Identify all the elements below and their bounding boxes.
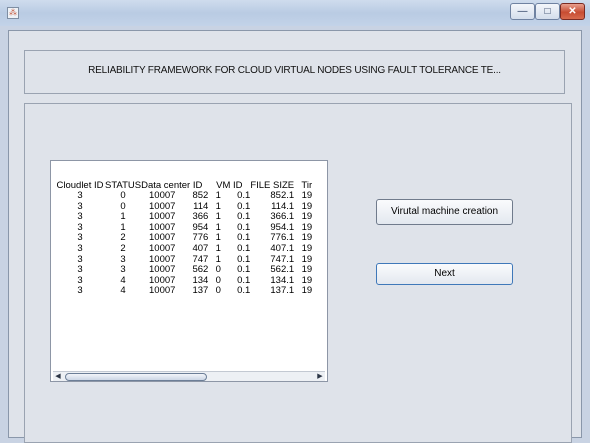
vm-creation-button[interactable]: Virutal machine creation (376, 199, 513, 225)
next-button[interactable]: Next (376, 263, 513, 285)
cell: 3 (77, 242, 83, 254)
cell: 137.1 (270, 285, 295, 297)
cell: 1 (215, 242, 221, 254)
cell: 19 (301, 242, 313, 254)
table-row: 3 0 10007 852 1 0.1 852.1 19 (55, 190, 313, 202)
scroll-right-arrow-icon[interactable]: ▶ (315, 372, 325, 381)
cell: 2 (120, 242, 126, 254)
minimize-button[interactable]: — (510, 3, 535, 20)
cell: 0.1 (237, 285, 251, 297)
cell: 4 (120, 285, 126, 297)
cell: 3 (77, 190, 83, 201)
cell: 852.1 (270, 190, 295, 201)
cell: 19 (301, 285, 313, 297)
cloudlet-table: Cloudlet ID STATUS Data center ID VM ID … (55, 179, 313, 297)
cell: 407 (192, 242, 209, 254)
cell: 0 (215, 285, 221, 297)
cell: 407.1 (270, 242, 295, 254)
table-row: 3 2 10007 407 1 0.1 407.1 19 (55, 242, 313, 255)
close-button[interactable]: ✕ (560, 3, 585, 20)
cell: 3 (77, 285, 83, 297)
app-title: RELIABILITY FRAMEWORK FOR CLOUD VIRTUAL … (88, 65, 501, 76)
java-app-icon: ⁂ (7, 7, 19, 19)
cell: 0.1 (237, 190, 251, 201)
cell: 1 (215, 190, 221, 201)
cell: 137 (192, 285, 209, 297)
cell: 10007 (149, 190, 176, 201)
scroll-left-arrow-icon[interactable]: ◀ (53, 372, 63, 381)
maximize-button[interactable]: □ (535, 3, 560, 20)
cell: 852 (192, 190, 209, 201)
scrollbar-thumb[interactable] (65, 373, 207, 381)
window-titlebar: ⁂ — □ ✕ (0, 0, 590, 26)
cell: 0 (120, 190, 126, 201)
cell: 0.1 (237, 242, 251, 254)
cloudlet-table-area[interactable]: Cloudlet ID STATUS Data center ID VM ID … (50, 160, 328, 382)
header-panel: RELIABILITY FRAMEWORK FOR CLOUD VIRTUAL … (24, 50, 565, 94)
cell: 19 (301, 190, 313, 201)
table-row: 3 4 10007 137 0 0.1 137.1 19 (55, 286, 312, 297)
cell: 10007 (149, 242, 176, 254)
cell: 10007 (149, 285, 176, 297)
horizontal-scrollbar[interactable]: ◀ ▶ (53, 371, 325, 381)
